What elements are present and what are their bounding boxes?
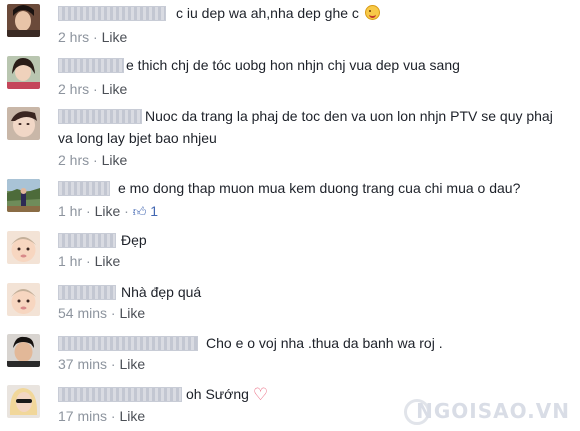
comment-text: Cho e o voj nha .thua da banh wa roj .: [206, 335, 443, 351]
avatar[interactable]: [7, 179, 40, 212]
commenter-name-redacted[interactable]: [58, 387, 182, 402]
comment-time[interactable]: 37 mins: [58, 356, 107, 372]
like-link[interactable]: Like: [95, 203, 121, 219]
comment-time[interactable]: 2 hrs: [58, 81, 89, 97]
comment-time[interactable]: 2 hrs: [58, 29, 89, 45]
wink-emoji: [364, 5, 380, 20]
like-link[interactable]: Like: [119, 305, 145, 321]
comment-time[interactable]: 1 hr: [58, 253, 82, 269]
like-link[interactable]: Like: [119, 408, 145, 424]
comment-meta: 2 hrs · Like: [58, 29, 128, 45]
comment-meta: 1 hr · Like: [58, 253, 121, 269]
comment-text: e mo dong thap muon mua kem duong trang …: [118, 180, 521, 196]
avatar[interactable]: [7, 231, 40, 264]
comment-meta: 54 mins · Like: [58, 305, 146, 321]
avatar[interactable]: [7, 334, 40, 367]
avatar[interactable]: [7, 385, 40, 418]
commenter-name-redacted[interactable]: [58, 336, 198, 351]
avatar[interactable]: [7, 107, 40, 140]
commenter-name-redacted[interactable]: [58, 58, 124, 73]
comment-time[interactable]: 2 hrs: [58, 152, 89, 168]
like-link[interactable]: Like: [119, 356, 145, 372]
like-link[interactable]: Like: [95, 253, 121, 269]
comment-meta: 37 mins · Like: [58, 356, 146, 372]
commenter-name-redacted[interactable]: [58, 109, 142, 124]
comment-text: c iu dep wa ah,nha dep ghe c: [176, 3, 380, 23]
comment-meta: 17 mins · Like: [58, 408, 146, 424]
commenter-name-redacted[interactable]: [58, 181, 110, 196]
comment-text: Nuoc da trang la phaj de toc den va uon …: [145, 108, 553, 124]
like-count[interactable]: 1: [150, 203, 158, 219]
like-link[interactable]: Like: [102, 152, 128, 168]
avatar[interactable]: [7, 56, 40, 89]
comment-meta: 2 hrs · Like: [58, 152, 128, 168]
comment-time[interactable]: 54 mins: [58, 305, 107, 321]
comment-meta: 1 hr · Like · 👍︎ 1: [58, 203, 158, 219]
avatar[interactable]: [7, 4, 40, 37]
comment-text: e thich chj de tóc uobg hon nhjn chj vua…: [126, 57, 460, 73]
thumbs-up-icon[interactable]: 👍︎: [133, 204, 147, 219]
comment-text-continued: va long lay bjet bao nhjeu: [58, 130, 217, 146]
comment-time[interactable]: 1 hr: [58, 203, 82, 219]
comment-text: oh Sướng ♡: [186, 385, 269, 404]
commenter-name-redacted[interactable]: [58, 6, 166, 21]
watermark: NGOISAO.VN: [416, 399, 570, 423]
like-link[interactable]: Like: [102, 81, 128, 97]
comment-meta: 2 hrs · Like: [58, 81, 128, 97]
avatar[interactable]: [7, 283, 40, 316]
commenter-name-redacted[interactable]: [58, 285, 116, 300]
comment-text: Nhà đẹp quá: [121, 284, 202, 300]
comment-text: Đẹp: [121, 232, 147, 248]
heart-emoji: ♡: [252, 385, 269, 404]
like-link[interactable]: Like: [102, 29, 128, 45]
commenter-name-redacted[interactable]: [58, 233, 116, 248]
comment-time[interactable]: 17 mins: [58, 408, 107, 424]
